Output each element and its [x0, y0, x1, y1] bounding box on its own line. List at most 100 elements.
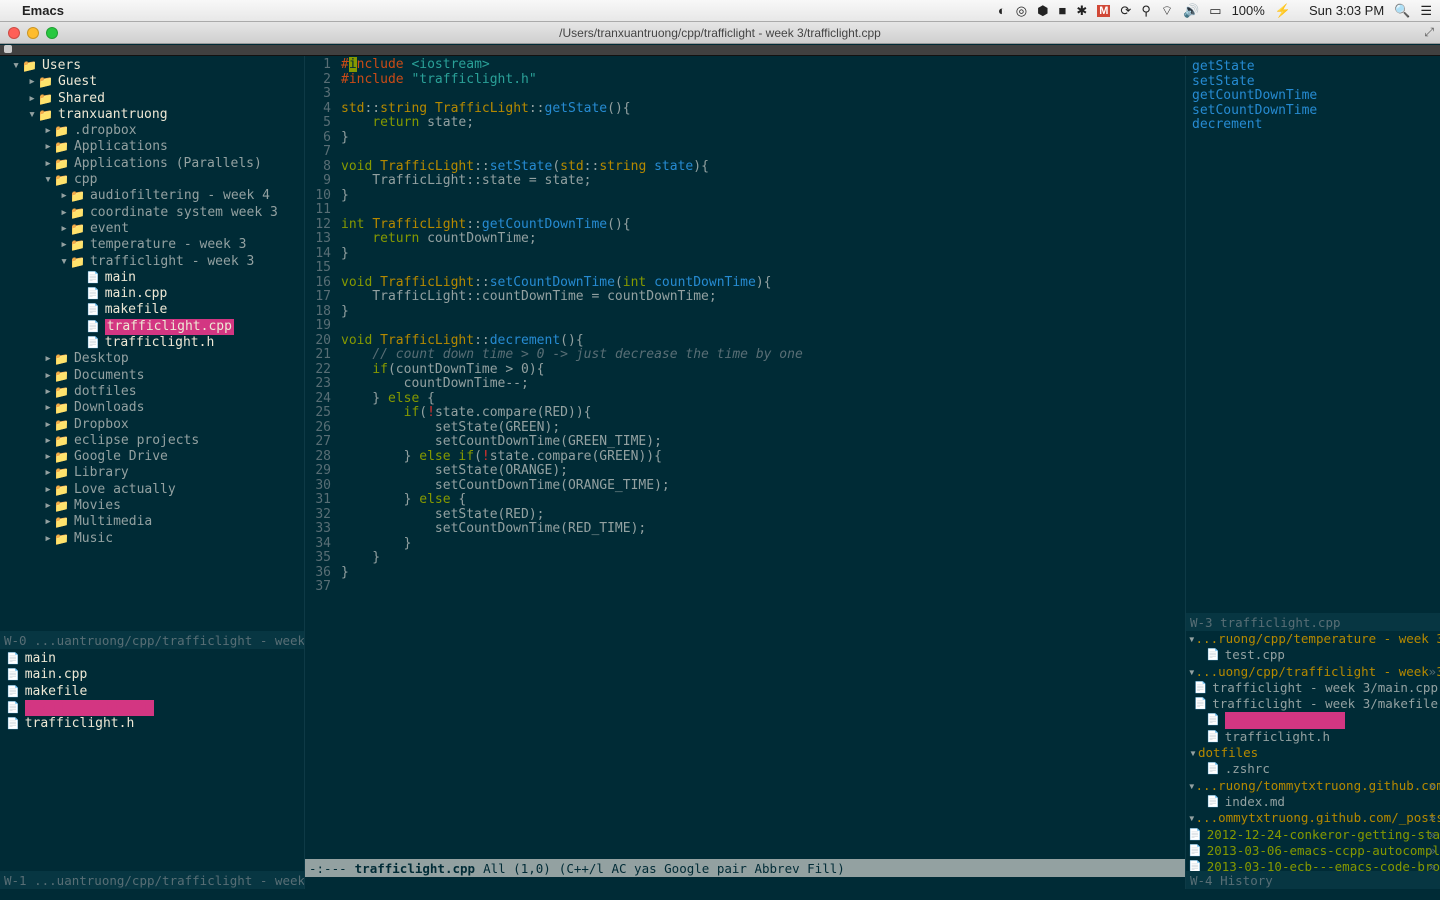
tree-folder[interactable]: ▸📁Applications: [4, 139, 300, 155]
tree-folder[interactable]: ▸📁event: [4, 221, 300, 237]
disclosure-arrow-icon[interactable]: ▾: [1188, 664, 1196, 680]
volume-icon[interactable]: 🔊: [1183, 3, 1199, 19]
tree-folder[interactable]: ▸📁Love actually: [4, 482, 300, 498]
zoom-icon[interactable]: [46, 27, 58, 39]
disclosure-arrow-icon[interactable]: ▾: [26, 107, 38, 123]
tree-folder[interactable]: ▸📁Google Drive: [4, 449, 300, 465]
gmail-icon[interactable]: M: [1097, 5, 1110, 17]
history-group[interactable]: ▾ ...ruong/cpp/temperature - week 3: [1188, 631, 1438, 647]
history-item[interactable]: 📄test.cpp: [1188, 647, 1438, 663]
tree-folder[interactable]: ▾📁trafficlight - week 3: [4, 254, 300, 270]
disclosure-arrow-icon[interactable]: ▾: [1188, 631, 1196, 647]
history-item[interactable]: 📄index.md: [1188, 794, 1438, 810]
tree-file[interactable]: 📄main: [4, 270, 300, 286]
history-group[interactable]: ▾ ...ommytxtruong.github.com/_posts»: [1188, 810, 1438, 826]
history-group[interactable]: ▾ ...uong/cpp/trafficlight - week 3»: [1188, 664, 1438, 680]
code-editor[interactable]: 1234567891011121314151617181920212223242…: [305, 56, 1185, 859]
close-icon[interactable]: [8, 27, 20, 39]
menu-icon[interactable]: ☰: [1420, 3, 1432, 19]
disclosure-arrow-icon[interactable]: ▸: [42, 514, 54, 530]
tree-folder[interactable]: ▸📁Applications (Parallels): [4, 156, 300, 172]
directory-tree-pane[interactable]: ▾📁Users▸📁Guest▸📁Shared▾📁tranxuantruong▸📁…: [0, 56, 304, 631]
history-item[interactable]: 📄2012-12-24-conkeror-getting-sta»: [1188, 827, 1438, 843]
history-item[interactable]: 📄2013-03-10-ecb---emacs-code-bro»: [1188, 859, 1438, 871]
tree-folder[interactable]: ▸📁Movies: [4, 498, 300, 514]
disclosure-arrow-icon[interactable]: ▸: [42, 400, 54, 416]
list-item[interactable]: 📄trafficlight.h: [6, 716, 298, 732]
tree-folder[interactable]: ▸📁.dropbox: [4, 123, 300, 139]
tree-folder[interactable]: ▸📁Library: [4, 465, 300, 481]
tree-file[interactable]: 📄makefile: [4, 302, 300, 318]
disclosure-arrow-icon[interactable]: ▸: [42, 123, 54, 139]
spotlight-icon[interactable]: 🔍: [1394, 3, 1410, 19]
tree-folder[interactable]: ▸📁Multimedia: [4, 514, 300, 530]
toolbar-icon[interactable]: [4, 45, 12, 53]
disclosure-arrow-icon[interactable]: ▸: [26, 91, 38, 107]
tree-folder[interactable]: ▸📁audiofiltering - week 4: [4, 188, 300, 204]
battery-icon[interactable]: ▭: [1209, 3, 1221, 19]
disclosure-arrow-icon[interactable]: ▸: [58, 205, 70, 221]
history-item[interactable]: 📄2013-03-06-emacs-ccpp-autocompl»: [1188, 843, 1438, 859]
outline-item[interactable]: getCountDownTime: [1192, 89, 1434, 104]
bluetooth-icon[interactable]: ⚲: [1141, 3, 1151, 19]
dropbox-icon[interactable]: ⬢: [1037, 3, 1048, 19]
history-item[interactable]: 📄trafficlight - week 3/makefile: [1188, 696, 1438, 712]
sources-list-pane[interactable]: 📄main📄main.cpp📄makefile📄trafficlight.cpp…: [0, 649, 304, 871]
tree-folder[interactable]: ▸📁Music: [4, 531, 300, 547]
app-name[interactable]: Emacs: [22, 3, 64, 18]
disclosure-arrow-icon[interactable]: ▸: [42, 498, 54, 514]
minibuffer[interactable]: [305, 877, 1185, 889]
disclosure-arrow-icon[interactable]: ▸: [58, 221, 70, 237]
disclosure-arrow-icon[interactable]: ▸: [42, 531, 54, 547]
outline-item[interactable]: getState: [1192, 60, 1434, 75]
tree-folder[interactable]: ▸📁Desktop: [4, 351, 300, 367]
tree-file[interactable]: 📄main.cpp: [4, 286, 300, 302]
tree-folder[interactable]: ▸📁dotfiles: [4, 384, 300, 400]
sync-icon[interactable]: ⟳: [1120, 3, 1131, 19]
tree-file[interactable]: 📄trafficlight.cpp: [4, 319, 300, 335]
disclosure-arrow-icon[interactable]: ▸: [42, 139, 54, 155]
disclosure-arrow-icon[interactable]: ▸: [42, 156, 54, 172]
outline-pane[interactable]: getStatesetStategetCountDownTimesetCount…: [1186, 56, 1440, 613]
code-area[interactable]: #include <iostream>#include "trafficligh…: [335, 58, 1185, 859]
status-icon[interactable]: ✱: [1076, 3, 1087, 19]
tree-folder[interactable]: ▸📁coordinate system week 3: [4, 205, 300, 221]
history-group[interactable]: ▾ dotfiles: [1188, 745, 1438, 761]
status-icon[interactable]: ◎: [1016, 3, 1027, 19]
disclosure-arrow-icon[interactable]: ▸: [42, 384, 54, 400]
status-icon[interactable]: ◐: [998, 3, 1006, 18]
disclosure-arrow-icon[interactable]: ▸: [42, 351, 54, 367]
disclosure-arrow-icon[interactable]: ▸: [42, 433, 54, 449]
fullscreen-icon[interactable]: ⤢: [1424, 25, 1434, 40]
disclosure-arrow-icon[interactable]: ▸: [42, 368, 54, 384]
tree-folder[interactable]: ▸📁eclipse projects: [4, 433, 300, 449]
disclosure-arrow-icon[interactable]: ▸: [42, 417, 54, 433]
disclosure-arrow-icon[interactable]: ▸: [42, 449, 54, 465]
history-item[interactable]: 📄trafficlight.cpp: [1188, 712, 1438, 728]
tree-folder[interactable]: ▸📁Downloads: [4, 400, 300, 416]
minimize-icon[interactable]: [27, 27, 39, 39]
tree-folder[interactable]: ▸📁Guest: [4, 74, 300, 90]
tree-folder[interactable]: ▾📁cpp: [4, 172, 300, 188]
outline-item[interactable]: setCountDownTime: [1192, 104, 1434, 119]
outline-item[interactable]: decrement: [1192, 118, 1434, 133]
disclosure-arrow-icon[interactable]: ▸: [26, 74, 38, 90]
list-item[interactable]: 📄main.cpp: [6, 667, 298, 683]
history-group[interactable]: ▾ ...ruong/tommytxtruong.github.com»: [1188, 778, 1438, 794]
tree-folder[interactable]: ▸📁Dropbox: [4, 417, 300, 433]
disclosure-arrow-icon[interactable]: ▸: [42, 482, 54, 498]
list-item[interactable]: 📄trafficlight.cpp: [6, 700, 298, 716]
tree-folder[interactable]: ▸📁Shared: [4, 91, 300, 107]
tree-folder[interactable]: ▸📁temperature - week 3: [4, 237, 300, 253]
history-item[interactable]: 📄.zshrc: [1188, 761, 1438, 777]
tree-file[interactable]: 📄trafficlight.h: [4, 335, 300, 351]
disclosure-arrow-icon[interactable]: ▾: [1188, 810, 1196, 826]
tree-folder[interactable]: ▾📁Users: [4, 58, 300, 74]
disclosure-arrow-icon[interactable]: ▾: [42, 172, 54, 188]
tree-folder[interactable]: ▸📁Documents: [4, 368, 300, 384]
disclosure-arrow-icon[interactable]: ▾: [1188, 745, 1198, 761]
wifi-icon[interactable]: ⌔: [1161, 3, 1173, 19]
history-item[interactable]: 📄trafficlight - week 3/main.cpp: [1188, 680, 1438, 696]
tree-folder[interactable]: ▾📁tranxuantruong: [4, 107, 300, 123]
clock[interactable]: Sun 3:03 PM: [1309, 3, 1384, 18]
